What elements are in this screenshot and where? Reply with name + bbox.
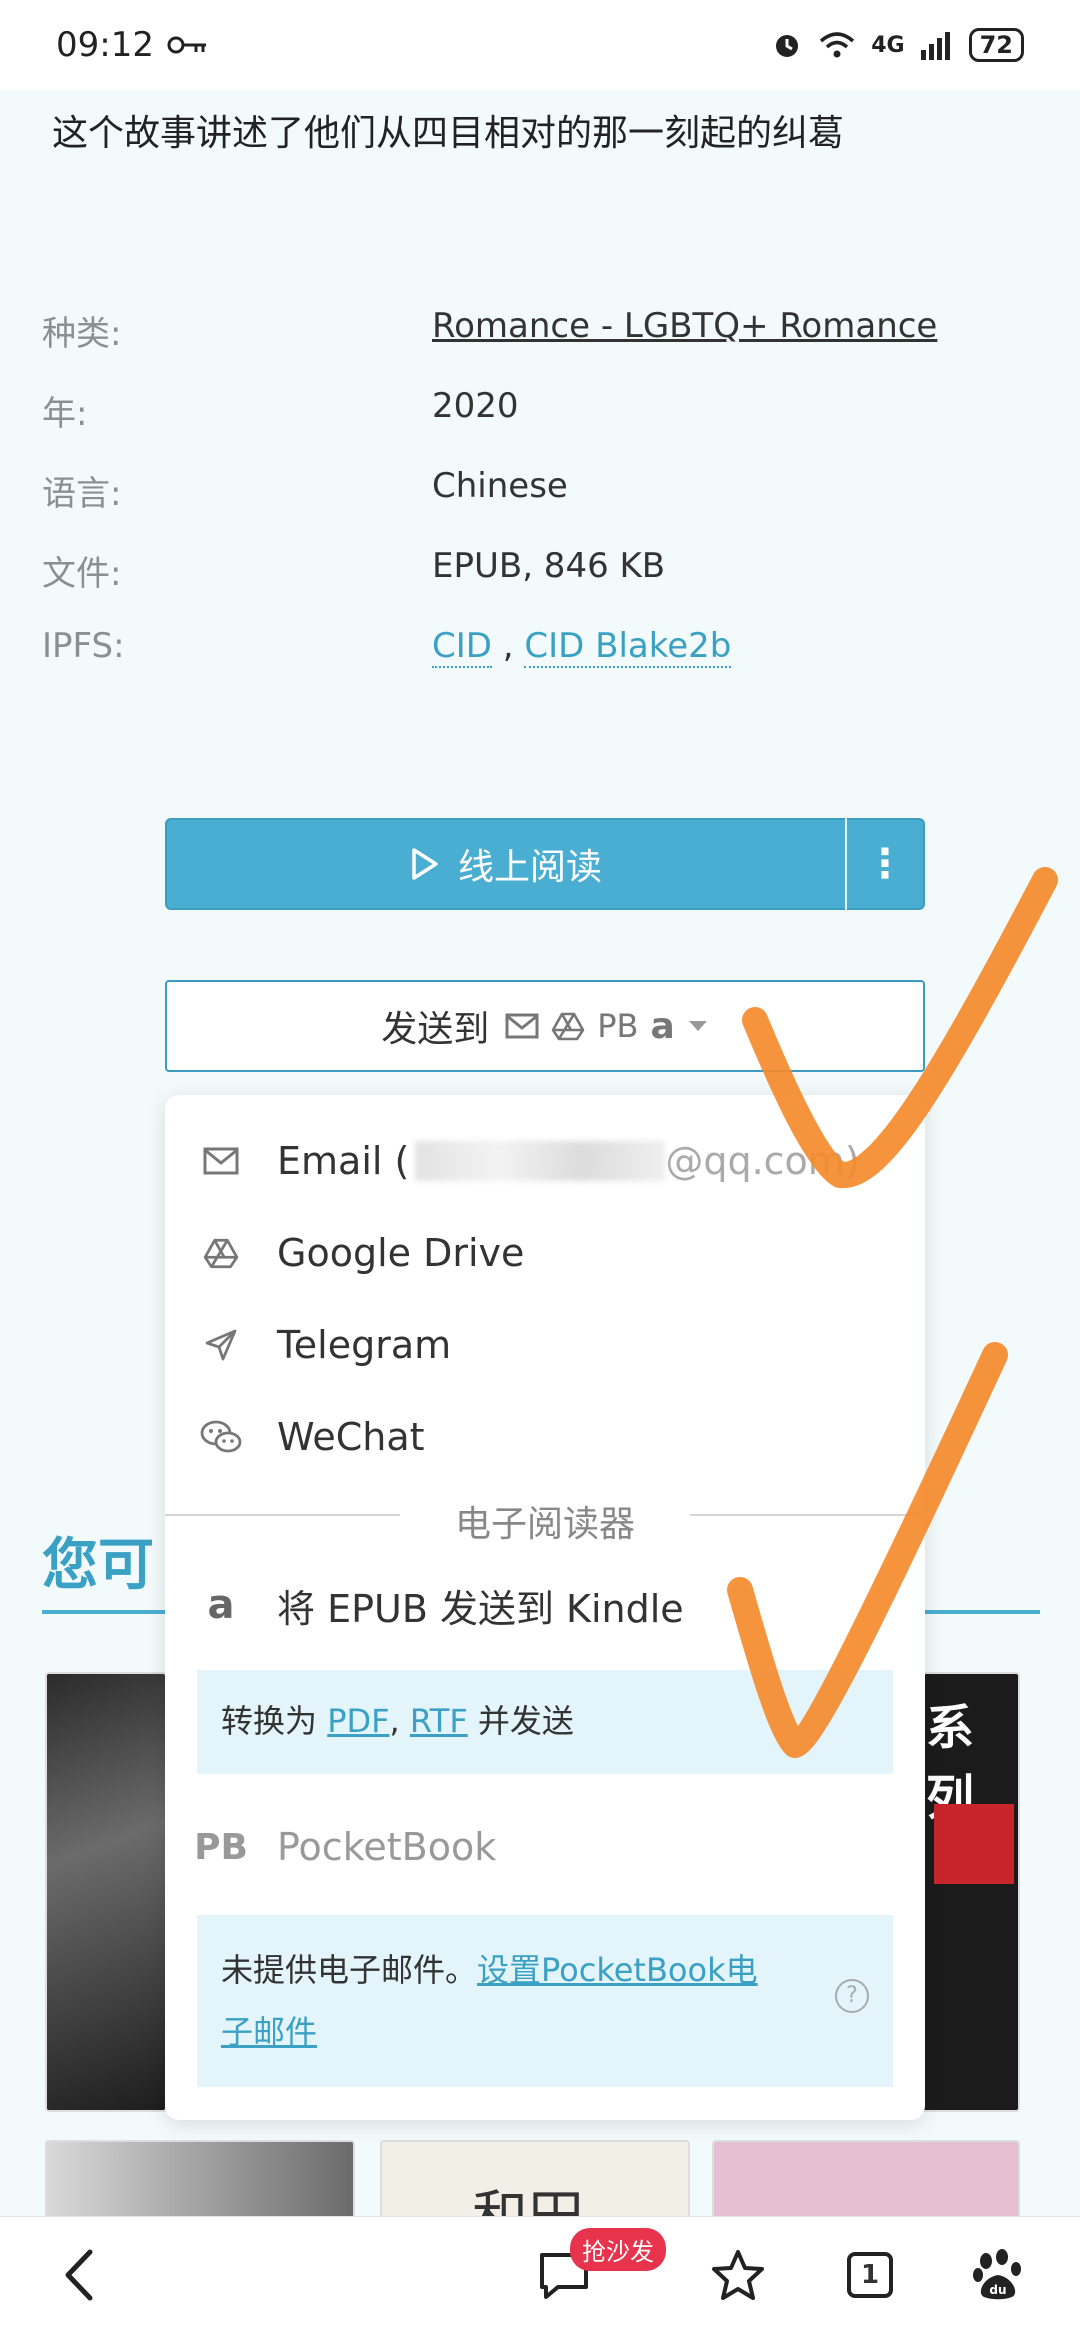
recommend-section-title: 您可 bbox=[42, 1533, 154, 1598]
network-label: 4G bbox=[871, 32, 905, 58]
comment-badge: 抢沙发 bbox=[570, 2228, 666, 2271]
convert-info-box: 转换为 PDF, RTF 并发送 bbox=[197, 1670, 893, 1774]
meta-ipfs-row: IPFS: CID , CID Blake2b bbox=[42, 626, 1042, 686]
send-telegram-option[interactable]: Telegram bbox=[165, 1305, 925, 1385]
send-to-label: 发送到 bbox=[381, 1009, 490, 1050]
favorite-button[interactable] bbox=[706, 2245, 770, 2305]
convert-comma: , bbox=[389, 1702, 410, 1740]
send-email-option[interactable]: Email ( @qq.com) bbox=[165, 1121, 925, 1201]
email-option-label: Email ( bbox=[277, 1139, 410, 1183]
read-more-options-icon[interactable]: ⋮ bbox=[847, 841, 923, 887]
back-arrow-icon bbox=[65, 2249, 93, 2301]
amazon-icon: a bbox=[207, 1582, 235, 1628]
status-bar: 09:12 4G 72 bbox=[0, 0, 1080, 90]
google-drive-icon bbox=[203, 1238, 239, 1269]
book-cover[interactable]: 系列 bbox=[920, 1672, 1020, 2112]
convert-prefix: 转换为 bbox=[221, 1702, 328, 1740]
baidu-button[interactable]: du bbox=[966, 2245, 1030, 2305]
file-value: EPUB, 846 KB bbox=[432, 546, 666, 586]
tabs-button[interactable]: 1 bbox=[838, 2245, 902, 2305]
year-value: 2020 bbox=[432, 386, 519, 426]
kindle-label: 将 EPUB 发送到 Kindle bbox=[277, 1586, 684, 1631]
wifi-icon bbox=[820, 32, 855, 58]
pocketbook-icon: PB bbox=[194, 1826, 248, 1868]
battery-indicator: 72 bbox=[968, 28, 1024, 62]
pocketbook-short-icon: PB bbox=[597, 1007, 639, 1045]
send-to-icons: PB a bbox=[505, 1006, 709, 1047]
browser-bottom-bar: 1 du bbox=[0, 2216, 1080, 2331]
ipfs-cid-link[interactable]: CID bbox=[432, 626, 492, 668]
ipfs-blake2b-link[interactable]: CID Blake2b bbox=[524, 626, 732, 668]
pocketbook-info-box: 未提供电子邮件。设置PocketBook电子邮件 ? bbox=[197, 1915, 893, 2087]
send-to-dropdown: Email ( @qq.com) Google Drive Telegram W… bbox=[165, 1095, 925, 2120]
convert-suffix: 并发送 bbox=[467, 1702, 574, 1740]
read-online-main[interactable]: 线上阅读 bbox=[167, 838, 845, 890]
send-pocketbook-option[interactable]: PB PocketBook bbox=[165, 1807, 925, 1887]
meta-year-row: 年: 2020 bbox=[42, 386, 1042, 446]
pocketbook-label: PocketBook bbox=[277, 1825, 497, 1869]
svg-text:du: du bbox=[989, 2283, 1006, 2297]
book-cover[interactable] bbox=[45, 1672, 167, 2112]
book-intro-text: 这个故事讲述了他们从四目相对的那一刻起的纠葛 bbox=[52, 113, 845, 154]
language-label: 语言: bbox=[42, 474, 122, 514]
email-domain: @qq.com) bbox=[665, 1139, 860, 1183]
ipfs-separator: , bbox=[502, 626, 514, 666]
wechat-label: WeChat bbox=[277, 1415, 425, 1459]
wechat-icon bbox=[200, 1420, 242, 1453]
read-online-button[interactable]: 线上阅读 ⋮ bbox=[165, 818, 925, 910]
convert-rtf-link[interactable]: RTF bbox=[410, 1702, 468, 1740]
meta-category-row: 种类: Romance - LGBTQ+ Romance bbox=[42, 306, 1042, 366]
ipfs-label: IPFS: bbox=[42, 626, 125, 666]
star-icon bbox=[712, 2250, 764, 2300]
category-link[interactable]: Romance - LGBTQ+ Romance bbox=[432, 306, 937, 346]
help-icon[interactable]: ? bbox=[835, 1979, 869, 2013]
mail-icon bbox=[505, 1013, 539, 1039]
read-online-label: 线上阅读 bbox=[457, 847, 602, 888]
alarm-icon bbox=[776, 35, 799, 57]
signal-icon bbox=[920, 32, 950, 60]
chevron-down-icon bbox=[688, 1021, 707, 1031]
clock: 09:12 bbox=[56, 25, 154, 65]
file-label: 文件: bbox=[42, 554, 122, 594]
telegram-icon bbox=[205, 1329, 237, 1361]
no-email-text: 未提供电子邮件。 bbox=[221, 1951, 478, 1989]
read-button-divider bbox=[845, 818, 847, 910]
send-google-drive-option[interactable]: Google Drive bbox=[165, 1213, 925, 1293]
cover-art bbox=[934, 1804, 1014, 1884]
send-to-button[interactable]: 发送到 PB a bbox=[165, 980, 925, 1072]
mail-icon bbox=[203, 1147, 239, 1175]
ipfs-links: CID , CID Blake2b bbox=[432, 626, 732, 668]
play-icon bbox=[412, 848, 438, 880]
key-icon bbox=[167, 36, 206, 54]
meta-file-row: 文件: EPUB, 846 KB bbox=[42, 546, 1042, 606]
ereader-divider: 电子阅读器 bbox=[165, 1495, 925, 1545]
google-drive-icon bbox=[551, 1012, 585, 1041]
year-label: 年: bbox=[42, 394, 88, 434]
google-drive-label: Google Drive bbox=[277, 1231, 525, 1275]
language-value: Chinese bbox=[432, 466, 568, 506]
baidu-paw-icon: du bbox=[973, 2249, 1021, 2300]
category-label: 种类: bbox=[42, 314, 122, 354]
tabs-count: 1 bbox=[847, 2252, 893, 2298]
redacted-email bbox=[415, 1141, 666, 1181]
convert-pdf-link[interactable]: PDF bbox=[327, 1702, 389, 1740]
back-button[interactable] bbox=[48, 2245, 112, 2305]
amazon-icon: a bbox=[650, 1005, 675, 1047]
telegram-label: Telegram bbox=[277, 1323, 452, 1367]
meta-language-row: 语言: Chinese bbox=[42, 466, 1042, 526]
send-wechat-option[interactable]: WeChat bbox=[165, 1397, 925, 1477]
send-kindle-option[interactable]: a 将 EPUB 发送到 Kindle bbox=[165, 1565, 925, 1645]
ereader-divider-label: 电子阅读器 bbox=[454, 1504, 635, 1545]
